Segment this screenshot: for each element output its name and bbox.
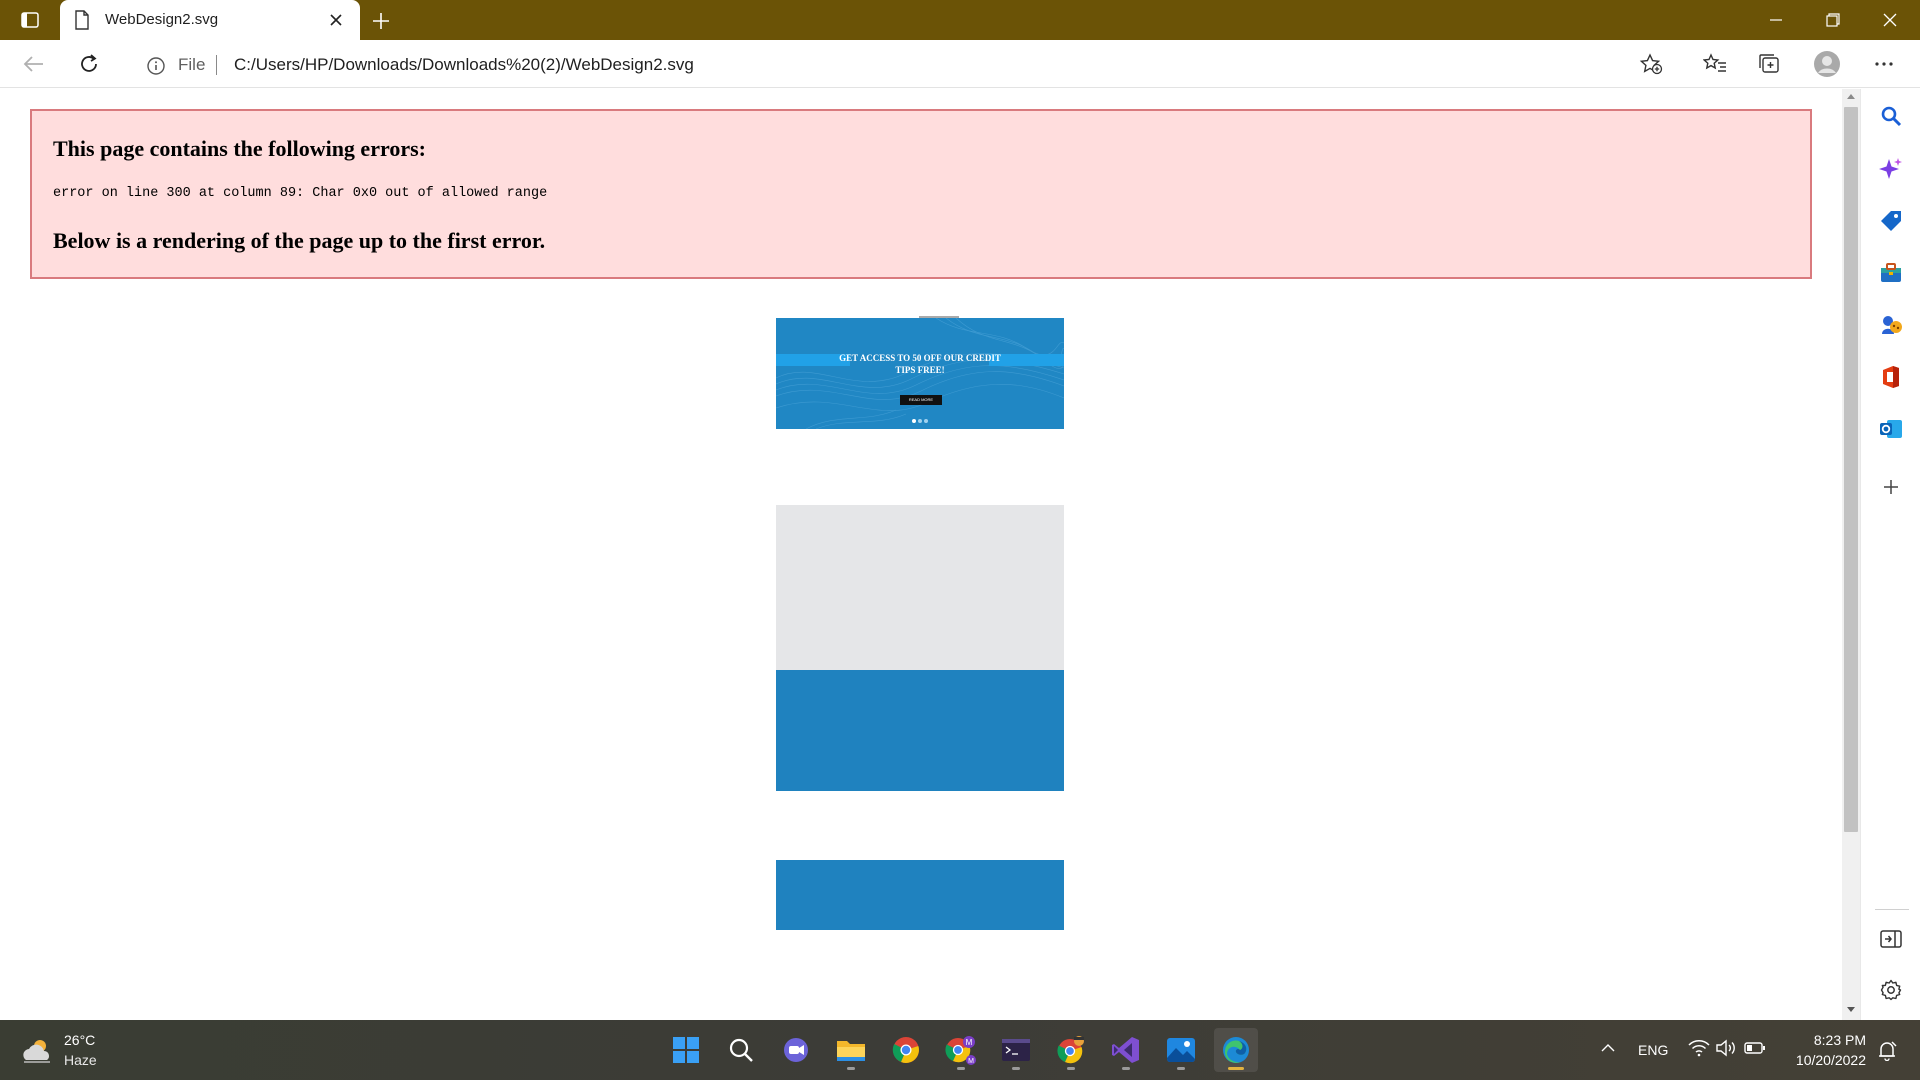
volume-icon[interactable] <box>1715 1039 1737 1062</box>
minimize-icon[interactable] <box>1748 0 1804 40</box>
profile-avatar-icon[interactable] <box>1809 48 1845 80</box>
search-icon[interactable] <box>1875 100 1907 132</box>
taskbar-search-icon[interactable] <box>719 1028 763 1072</box>
chrome-icon[interactable] <box>884 1028 928 1072</box>
tab-active[interactable]: WebDesign2.svg <box>60 0 360 40</box>
sidebar-divider <box>1875 909 1909 910</box>
restore-icon[interactable] <box>1805 0 1861 40</box>
banner-carousel-dots <box>912 419 928 423</box>
show-hidden-icons-chevron-icon[interactable] <box>1600 1040 1620 1060</box>
error-heading: This page contains the following errors: <box>53 136 426 161</box>
refresh-icon[interactable] <box>71 48 107 80</box>
address-bar[interactable]: File C:/Users/HP/Downloads/Downloads%20(… <box>124 45 1689 83</box>
banner-read-more-button[interactable]: READ MORE <box>900 395 942 405</box>
hero-banner: GET ACCESS TO 50 OFF OUR CREDIT TIPS FRE… <box>776 318 1064 429</box>
back-icon[interactable] <box>16 48 52 80</box>
windows-taskbar: 26°C Haze MM ENG 8:23 PM 10/20/2022 <box>0 1020 1920 1080</box>
scroll-down-arrow-icon[interactable] <box>1847 1007 1855 1012</box>
add-favorite-icon[interactable] <box>1639 53 1663 80</box>
browser-toolbar: File C:/Users/HP/Downloads/Downloads%20(… <box>0 40 1920 88</box>
running-indicator <box>1067 1067 1075 1070</box>
banner-headline: GET ACCESS TO 50 OFF OUR CREDIT TIPS FRE… <box>839 353 1001 375</box>
svg-text:M: M <box>968 1058 974 1065</box>
scheme-label: File <box>178 55 206 74</box>
chrome-profile-icon[interactable]: MM <box>939 1028 983 1072</box>
visual-studio-icon[interactable] <box>1104 1028 1148 1072</box>
office-icon[interactable] <box>1875 361 1907 393</box>
chrome-canary-icon[interactable] <box>1049 1028 1093 1072</box>
language-indicator[interactable]: ENG <box>1638 1042 1668 1058</box>
tab-actions-menu-icon[interactable] <box>14 8 46 32</box>
vertical-scrollbar[interactable] <box>1842 89 1860 1020</box>
scroll-up-arrow-icon[interactable] <box>1847 94 1855 99</box>
favorites-icon[interactable] <box>1697 48 1733 80</box>
weather-widget[interactable]: 26°C Haze <box>20 1030 140 1072</box>
wifi-icon[interactable] <box>1688 1039 1710 1062</box>
toolbox-icon[interactable] <box>1875 257 1907 289</box>
scroll-thumb[interactable] <box>1844 107 1858 832</box>
url-text[interactable]: C:/Users/HP/Downloads/Downloads%20(2)/We… <box>234 55 694 75</box>
edge-sidebar <box>1860 89 1920 1020</box>
file-explorer-icon[interactable] <box>829 1028 873 1072</box>
grey-section-block <box>776 505 1064 670</box>
weather-haze-icon <box>20 1036 54 1069</box>
carousel-dot[interactable] <box>924 419 928 423</box>
photos-icon[interactable] <box>1159 1028 1203 1072</box>
edge-icon[interactable] <box>1214 1028 1258 1072</box>
blue-section-block <box>776 670 1064 791</box>
address-separator <box>216 55 217 75</box>
battery-icon[interactable] <box>1744 1040 1766 1061</box>
tab-close-icon[interactable] <box>326 10 346 30</box>
hide-sidebar-icon[interactable] <box>1875 923 1907 955</box>
tag-icon[interactable] <box>1875 205 1907 237</box>
more-menu-icon[interactable] <box>1866 48 1902 80</box>
outlook-icon[interactable] <box>1875 413 1907 445</box>
running-indicator <box>957 1067 965 1070</box>
xml-error-box: This page contains the following errors:… <box>30 109 1812 279</box>
notification-icon[interactable] <box>1876 1039 1898 1066</box>
running-indicator <box>1122 1067 1130 1070</box>
running-indicator <box>847 1067 855 1070</box>
running-indicator <box>1012 1067 1020 1070</box>
page-content: This page contains the following errors:… <box>0 89 1842 1020</box>
carousel-dot[interactable] <box>912 419 916 423</box>
terminal-icon[interactable] <box>994 1028 1038 1072</box>
teams-chat-icon[interactable] <box>774 1028 818 1072</box>
clock-time[interactable]: 8:23 PM <box>1794 1032 1866 1048</box>
games-icon[interactable] <box>1875 309 1907 341</box>
active-indicator <box>1228 1067 1244 1070</box>
new-tab-icon[interactable] <box>368 8 394 34</box>
weather-description: Haze <box>64 1052 97 1068</box>
render-note: Below is a rendering of the page up to t… <box>53 228 546 253</box>
running-indicator <box>1177 1067 1185 1070</box>
weather-temperature: 26°C <box>64 1032 96 1048</box>
svg-text:M: M <box>966 1038 973 1047</box>
settings-icon[interactable] <box>1875 974 1907 1006</box>
clock-date[interactable]: 10/20/2022 <box>1780 1052 1866 1068</box>
start-icon[interactable] <box>664 1028 708 1072</box>
browser-titlebar: WebDesign2.svg <box>0 0 1920 40</box>
add-icon[interactable] <box>1875 471 1907 503</box>
info-icon[interactable] <box>146 56 166 81</box>
blue-footer-block <box>776 860 1064 930</box>
tab-title: WebDesign2.svg <box>105 11 219 28</box>
collections-icon[interactable] <box>1752 48 1788 80</box>
sparkle-icon[interactable] <box>1875 153 1907 185</box>
carousel-dot[interactable] <box>918 419 922 423</box>
close-window-icon[interactable] <box>1862 0 1918 40</box>
document-icon <box>74 10 90 35</box>
error-message: error on line 300 at column 89: Char 0x0… <box>53 186 548 201</box>
